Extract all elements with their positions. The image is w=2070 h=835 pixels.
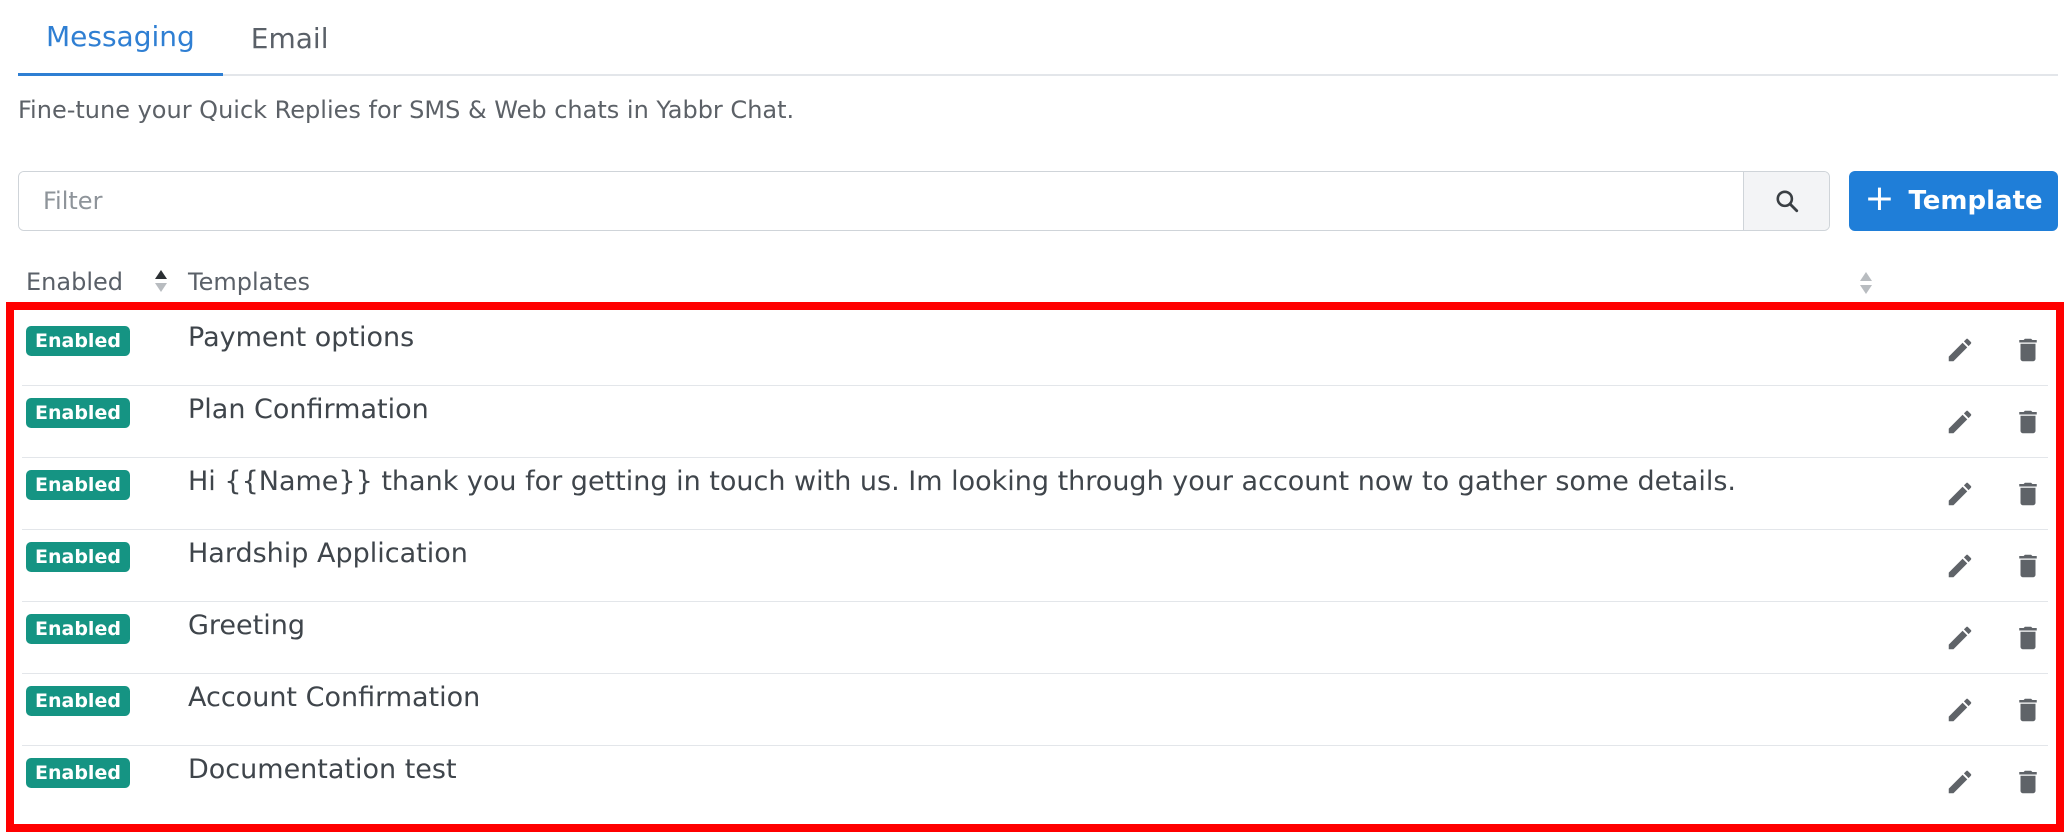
status-badge: Enabled: [26, 398, 130, 428]
sort-icon[interactable]: [153, 268, 169, 294]
pencil-icon: [1948, 698, 1972, 722]
template-title[interactable]: Greeting: [188, 610, 305, 641]
edit-button[interactable]: [1942, 476, 1978, 512]
quick-replies-page: Messaging Email Fine-tune your Quick Rep…: [0, 0, 2070, 835]
edit-button[interactable]: [1942, 404, 1978, 440]
edit-button[interactable]: [1942, 764, 1978, 800]
table-row: Enabled Plan Confirmation: [22, 386, 2048, 458]
trash-icon: [2019, 554, 2037, 578]
add-template-button[interactable]: + Template: [1849, 171, 2058, 231]
sort-icon[interactable]: [1858, 270, 1874, 296]
column-header-templates[interactable]: Templates: [188, 268, 310, 296]
table-row: Enabled Greeting: [22, 602, 2048, 674]
template-title[interactable]: Account Confirmation: [188, 682, 480, 713]
trash-icon: [2019, 482, 2037, 506]
delete-button[interactable]: [2010, 764, 2046, 800]
filter-input[interactable]: [19, 172, 1743, 230]
status-badge: Enabled: [26, 470, 130, 500]
trash-icon: [2019, 770, 2037, 794]
pencil-icon: [1948, 770, 1972, 794]
trash-icon: [2019, 698, 2037, 722]
template-title[interactable]: Plan Confirmation: [188, 394, 429, 425]
pencil-icon: [1948, 410, 1972, 434]
pencil-icon: [1948, 626, 1972, 650]
pencil-icon: [1948, 338, 1972, 362]
edit-button[interactable]: [1942, 692, 1978, 728]
edit-button[interactable]: [1942, 332, 1978, 368]
status-badge: Enabled: [26, 542, 130, 572]
delete-button[interactable]: [2010, 692, 2046, 728]
edit-button[interactable]: [1942, 620, 1978, 656]
plus-icon: +: [1864, 178, 1895, 219]
table-row: Enabled Payment options: [22, 314, 2048, 386]
page-description: Fine-tune your Quick Replies for SMS & W…: [18, 96, 795, 124]
table-row: Enabled Hardship Application: [22, 530, 2048, 602]
status-badge: Enabled: [26, 758, 130, 788]
table-row: Enabled Account Confirmation: [22, 674, 2048, 746]
add-template-label: Template: [1908, 186, 2043, 216]
table-row: Enabled Hi {{Name}} thank you for gettin…: [22, 458, 2048, 530]
table-header: Enabled Templates: [18, 262, 2058, 306]
delete-button[interactable]: [2010, 476, 2046, 512]
status-badge: Enabled: [26, 686, 130, 716]
search-icon: [1775, 190, 1798, 213]
edit-button[interactable]: [1942, 548, 1978, 584]
filter-group: [18, 171, 1830, 231]
pencil-icon: [1948, 554, 1972, 578]
tab-messaging[interactable]: Messaging: [18, 0, 223, 76]
delete-button[interactable]: [2010, 404, 2046, 440]
status-badge: Enabled: [26, 326, 130, 356]
trash-icon: [2019, 410, 2037, 434]
template-title[interactable]: Hi {{Name}} thank you for getting in tou…: [188, 466, 1736, 497]
template-title[interactable]: Documentation test: [188, 754, 457, 785]
template-title[interactable]: Hardship Application: [188, 538, 468, 569]
delete-button[interactable]: [2010, 620, 2046, 656]
status-badge: Enabled: [26, 614, 130, 644]
delete-button[interactable]: [2010, 332, 2046, 368]
template-title[interactable]: Payment options: [188, 322, 414, 353]
table-row: Enabled Documentation test: [22, 746, 2048, 818]
tab-email[interactable]: Email: [223, 0, 357, 76]
search-button[interactable]: [1743, 172, 1829, 230]
column-header-enabled[interactable]: Enabled: [26, 268, 123, 296]
templates-table: Enabled Payment options Enabled Plan Con…: [6, 302, 2064, 832]
trash-icon: [2019, 626, 2037, 650]
trash-icon: [2019, 338, 2037, 362]
pencil-icon: [1948, 482, 1972, 506]
channel-tabs: Messaging Email: [18, 0, 2058, 76]
delete-button[interactable]: [2010, 548, 2046, 584]
